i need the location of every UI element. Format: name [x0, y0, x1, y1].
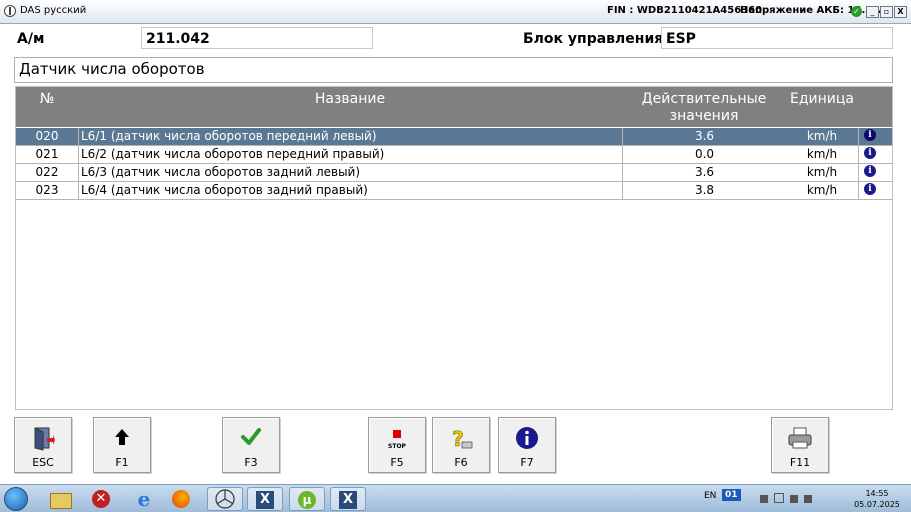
- vehicle-label: А/м: [17, 31, 45, 47]
- battery-ok-icon: ✓: [851, 6, 862, 17]
- clock-date: 05.07.2025: [854, 500, 900, 509]
- row-value: 0.0: [622, 146, 786, 163]
- minimize-button[interactable]: _: [866, 6, 879, 18]
- row-unit: km/h: [806, 147, 838, 161]
- help-icon: ?: [452, 427, 473, 451]
- f5-button[interactable]: STOP F5: [368, 417, 426, 473]
- f1-label: F1: [115, 456, 129, 469]
- info-icon[interactable]: i: [864, 147, 876, 159]
- f3-button[interactable]: F3: [222, 417, 280, 473]
- tray-network-icon[interactable]: [790, 495, 798, 503]
- vehicle-model-field: 211.042: [141, 27, 373, 49]
- clock-time: 14:55: [865, 489, 889, 498]
- column-actual-values: Действительные значения: [641, 91, 767, 124]
- arrow-up-icon: [115, 429, 129, 445]
- info-icon: [516, 427, 538, 449]
- row-value: 3.6: [622, 128, 786, 145]
- fin-label: FIN : WDB2110421A456360: [607, 5, 763, 16]
- esc-button[interactable]: ESC: [14, 417, 72, 473]
- row-value: 3.8: [622, 182, 786, 199]
- row-unit: km/h: [806, 165, 838, 179]
- row-number: 021: [35, 147, 59, 161]
- das-app-icon: [4, 5, 16, 17]
- f7-label: F7: [520, 456, 534, 469]
- table-row[interactable]: 021 L6/2 (датчик числа оборотов передний…: [16, 146, 892, 164]
- xentry-icon[interactable]: X: [247, 487, 283, 511]
- f11-label: F11: [789, 456, 811, 469]
- f5-label: F5: [390, 456, 404, 469]
- f1-button[interactable]: F1: [93, 417, 151, 473]
- row-info-cell: i: [858, 146, 892, 163]
- f7-button[interactable]: F7: [498, 417, 556, 473]
- row-info-cell: i: [858, 182, 892, 199]
- info-icon[interactable]: i: [864, 165, 876, 177]
- f3-label: F3: [244, 456, 258, 469]
- f6-button[interactable]: ? F6: [432, 417, 490, 473]
- ecu-field: ESP: [661, 27, 893, 49]
- table-row[interactable]: 020 L6/1 (датчик числа оборотов передний…: [16, 128, 892, 146]
- row-unit: km/h: [806, 129, 838, 143]
- row-name: L6/4 (датчик числа оборотов задний правы…: [78, 182, 622, 199]
- tray-power-icon[interactable]: [760, 495, 768, 503]
- restore-button[interactable]: ▫: [880, 6, 893, 18]
- utorrent-icon[interactable]: µ: [289, 487, 325, 511]
- clock[interactable]: 14:55 05.07.2025: [848, 488, 906, 510]
- exit-door-icon: [34, 427, 55, 451]
- row-number: 023: [35, 183, 59, 197]
- f11-button[interactable]: F11: [771, 417, 829, 473]
- row-info-cell: i: [858, 164, 892, 181]
- row-name: L6/3 (датчик числа оборотов задний левый…: [78, 164, 622, 181]
- stop-icon-text: STOP: [388, 443, 407, 450]
- language-indicator[interactable]: EN: [704, 491, 716, 501]
- close-button[interactable]: X: [894, 6, 907, 18]
- taskbar: ✕ e X µ X EN 01 14:55 05.07.2025: [0, 484, 911, 512]
- column-name: Название: [314, 91, 386, 107]
- column-unit: Единица: [790, 91, 854, 107]
- app-red-x-icon[interactable]: ✕: [84, 487, 120, 511]
- info-icon[interactable]: i: [864, 129, 876, 141]
- internet-explorer-icon[interactable]: e: [126, 487, 162, 511]
- column-number: №: [39, 91, 55, 107]
- firefox-icon[interactable]: [164, 487, 200, 511]
- title-bar: DAS русский FIN : WDB2110421A456360 Напр…: [0, 0, 911, 24]
- checkmark-icon: [241, 428, 261, 445]
- tray-icons[interactable]: [760, 493, 840, 503]
- tray-volume-icon[interactable]: [804, 495, 812, 503]
- window-title: DAS русский: [20, 5, 87, 16]
- start-button[interactable]: [4, 487, 28, 511]
- esc-label: ESC: [32, 456, 54, 469]
- tray-flag-icon[interactable]: [774, 493, 784, 503]
- ecu-label: Блок управления: [523, 31, 664, 47]
- table-row[interactable]: 023 L6/4 (датчик числа оборотов задний п…: [16, 182, 892, 200]
- tray-badge[interactable]: 01: [722, 489, 741, 501]
- info-icon[interactable]: i: [864, 183, 876, 195]
- printer-icon: [788, 427, 812, 449]
- row-number: 020: [35, 129, 59, 143]
- f6-label: F6: [454, 456, 468, 469]
- table-header: № Название Действительные значения Едини…: [16, 87, 892, 127]
- row-name: L6/1 (датчик числа оборотов передний лев…: [78, 128, 622, 145]
- actual-values-table: № Название Действительные значения Едини…: [15, 86, 893, 410]
- mercedes-star-icon[interactable]: [207, 487, 243, 511]
- section-title: Датчик числа оборотов: [14, 57, 893, 83]
- row-name: L6/2 (датчик числа оборотов передний пра…: [78, 146, 622, 163]
- xentry-icon[interactable]: X: [330, 487, 366, 511]
- row-number: 022: [35, 165, 59, 179]
- row-unit: km/h: [806, 183, 838, 197]
- table-row[interactable]: 022 L6/3 (датчик числа оборотов задний л…: [16, 164, 892, 182]
- explorer-icon[interactable]: [42, 487, 78, 511]
- stop-icon: STOP: [388, 430, 407, 450]
- row-value: 3.6: [622, 164, 786, 181]
- row-info-cell: i: [858, 128, 892, 145]
